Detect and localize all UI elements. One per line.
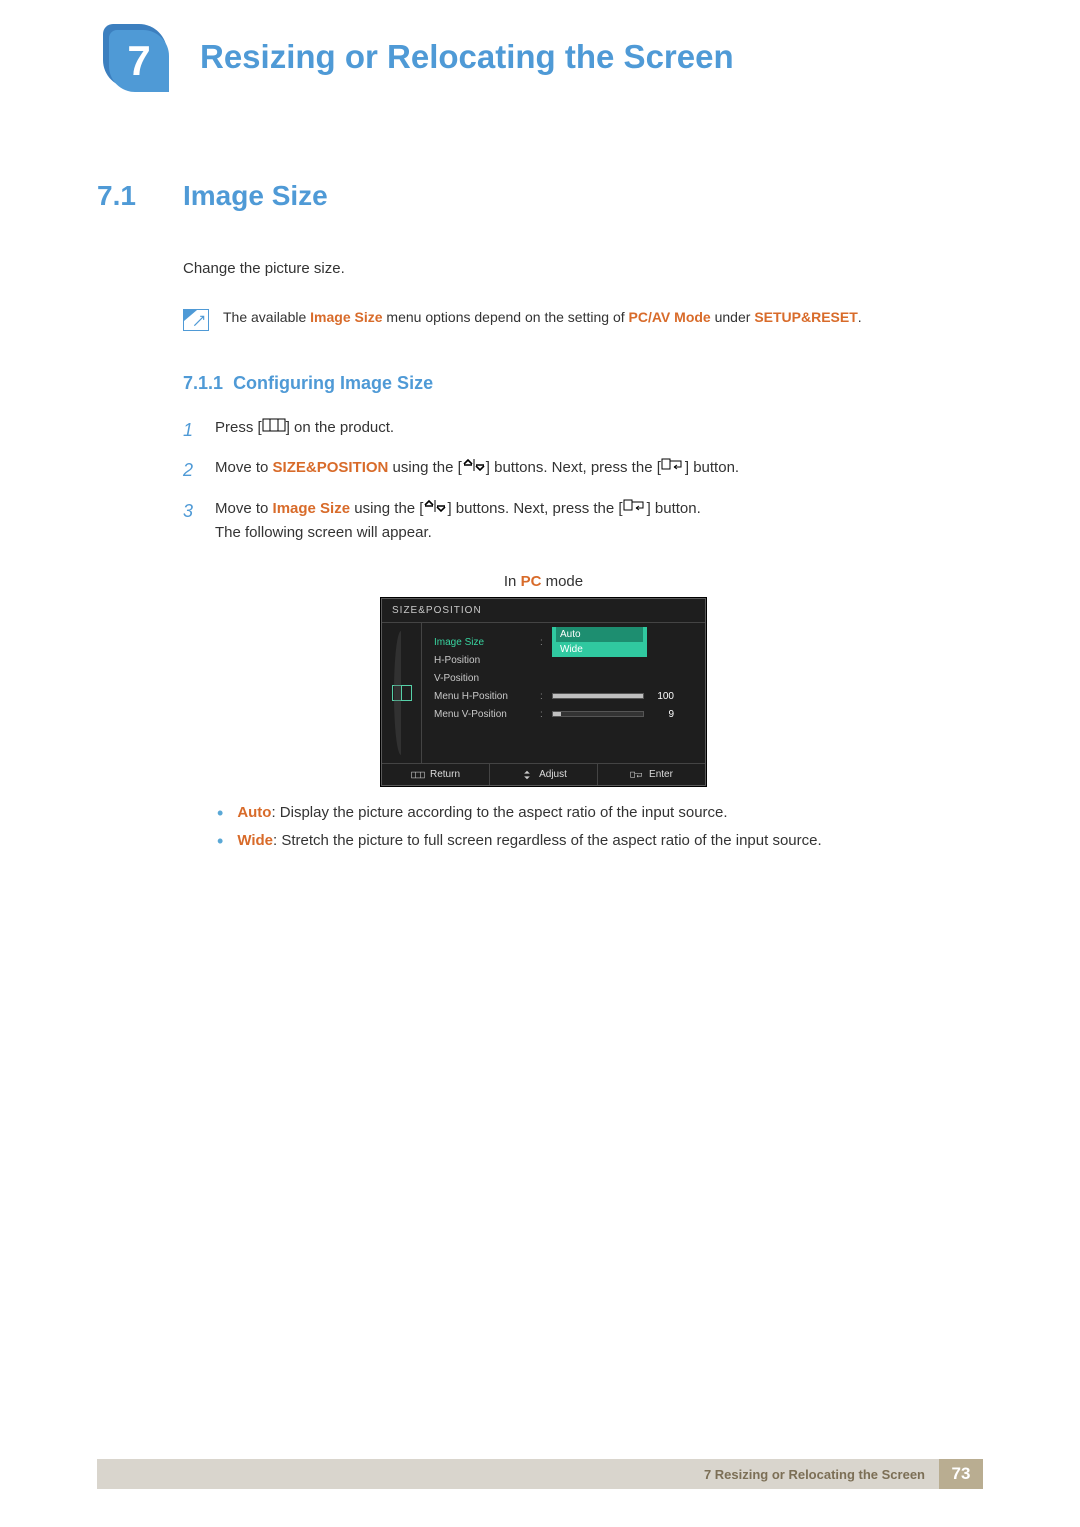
page-footer: 7 Resizing or Relocating the Screen 73 bbox=[97, 1459, 983, 1489]
chapter-number: 7 bbox=[109, 30, 169, 92]
note-text: The available Image Size menu options de… bbox=[223, 309, 862, 325]
osd-footer-adjust: Adjust bbox=[489, 764, 597, 785]
chapter-badge: 7 bbox=[103, 24, 179, 104]
step-2: 2 Move to SIZE&POSITION using the [] but… bbox=[183, 456, 990, 485]
osd-row-imagesize: Image Size: Auto Wide bbox=[434, 633, 693, 651]
osd-menu: Image Size: Auto Wide H-Position V-Posit… bbox=[422, 623, 705, 763]
osd-footer: Return Adjust Enter bbox=[382, 763, 705, 785]
osd-footer-enter: Enter bbox=[597, 764, 705, 785]
note: The available Image Size menu options de… bbox=[183, 309, 990, 331]
bullet-auto: • Auto: Display the picture according to… bbox=[217, 804, 990, 822]
section-heading: 7.1Image Size bbox=[97, 180, 990, 212]
page-number: 73 bbox=[939, 1459, 983, 1489]
osd-row-menuv: Menu V-Position: 9 bbox=[434, 705, 693, 723]
osd-footer-return: Return bbox=[382, 764, 489, 785]
section-number: 7.1 bbox=[97, 180, 183, 212]
chapter-title: Resizing or Relocating the Screen bbox=[200, 38, 734, 76]
menu-icon bbox=[262, 416, 286, 440]
osd-dropdown: Auto Wide bbox=[552, 627, 647, 657]
osd-row-vpos: V-Position bbox=[434, 669, 693, 687]
updown-icon bbox=[423, 497, 447, 521]
enter-icon bbox=[623, 497, 647, 521]
page: 7 Resizing or Relocating the Screen 7.1I… bbox=[0, 0, 1080, 1527]
footer-text: 7 Resizing or Relocating the Screen bbox=[97, 1459, 939, 1489]
bullet-wide: • Wide: Stretch the picture to full scre… bbox=[217, 832, 990, 850]
note-icon bbox=[183, 309, 209, 331]
osd-row-menuh: Menu H-Position: 100 bbox=[434, 687, 693, 705]
bullet-icon: • bbox=[217, 804, 223, 822]
section-title: Image Size bbox=[183, 180, 328, 211]
steps-list: 1 Press [] on the product. 2 Move to SIZ… bbox=[183, 416, 990, 546]
osd-category-icon bbox=[382, 623, 422, 763]
subsection-number: 7.1.1 bbox=[183, 373, 223, 393]
subsection-heading: 7.1.1 Configuring Image Size bbox=[183, 373, 990, 394]
updown-icon bbox=[462, 456, 486, 480]
osd-screenshot: SIZE&POSITION Image Size: Auto Wide bbox=[381, 598, 706, 786]
step-1: 1 Press [] on the product. bbox=[183, 416, 990, 445]
osd-title: SIZE&POSITION bbox=[382, 599, 705, 623]
subsection-title: Configuring Image Size bbox=[233, 373, 433, 393]
step-3: 3 Move to Image Size using the [] button… bbox=[183, 497, 990, 545]
osd-caption: In PC mode bbox=[97, 573, 990, 590]
content: 7.1Image Size Change the picture size. T… bbox=[97, 180, 990, 860]
intro-text: Change the picture size. bbox=[183, 258, 990, 281]
bullet-icon: • bbox=[217, 832, 223, 850]
enter-icon bbox=[661, 456, 685, 480]
bullet-list: • Auto: Display the picture according to… bbox=[217, 804, 990, 850]
